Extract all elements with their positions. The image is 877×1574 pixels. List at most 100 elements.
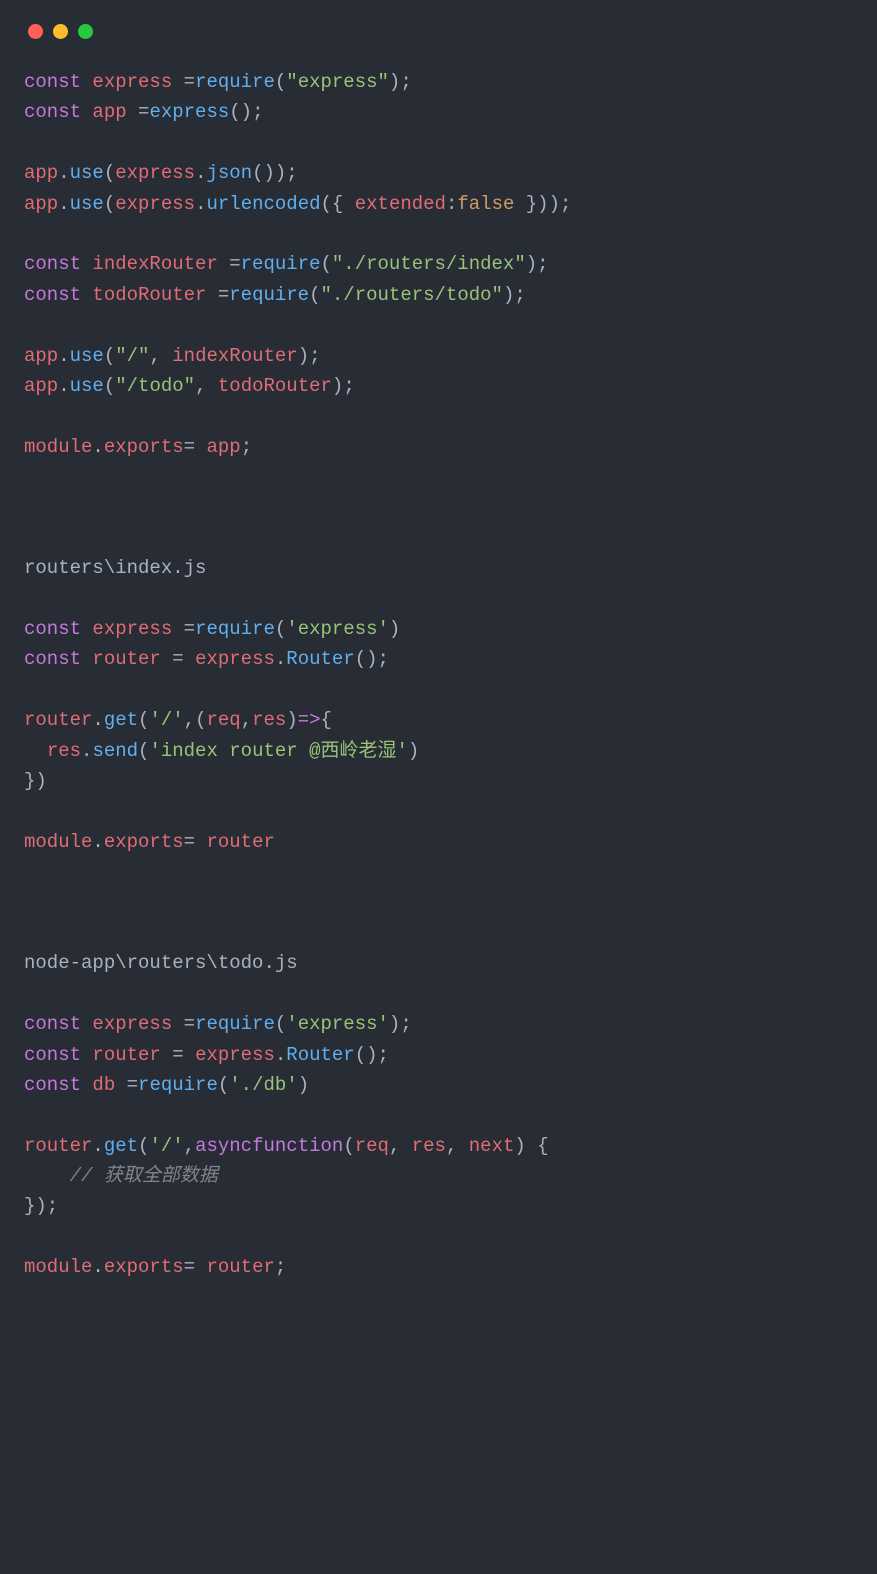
code-token: express — [149, 101, 229, 123]
code-token: ( — [138, 709, 149, 731]
code-token: , — [149, 345, 172, 367]
code-token: express — [92, 618, 172, 640]
code-token: ()); — [252, 162, 298, 184]
code-token: = — [161, 648, 195, 670]
code-token: get — [104, 709, 138, 731]
code-token: const — [24, 618, 81, 640]
code-token: const — [24, 284, 81, 306]
code-token: = — [184, 831, 207, 853]
code-token: const — [24, 101, 81, 123]
code-token: app — [24, 345, 58, 367]
code-token: express — [195, 1044, 275, 1066]
code-token: ( — [275, 71, 286, 93]
code-token: , — [241, 709, 252, 731]
code-token: ; — [275, 1256, 286, 1278]
code-token: })); — [514, 193, 571, 215]
code-token: . — [58, 193, 69, 215]
code-token: . — [92, 1256, 103, 1278]
code-line: app.use("/todo", todoRouter); — [24, 375, 355, 397]
code-token — [81, 1044, 92, 1066]
code-token: db — [92, 1074, 115, 1096]
code-token: => — [298, 709, 321, 731]
code-token: ( — [320, 253, 331, 275]
code-token: . — [275, 1044, 286, 1066]
code-token — [81, 618, 92, 640]
code-token: express — [115, 162, 195, 184]
code-block: const express =require("express"); const… — [24, 67, 853, 1283]
code-line: app.use(express.json()); — [24, 162, 298, 184]
code-token: 'express' — [286, 618, 389, 640]
code-token: app — [24, 375, 58, 397]
code-token: (); — [229, 101, 263, 123]
code-token: ) — [298, 1074, 309, 1096]
code-line: const db =require('./db') — [24, 1074, 309, 1096]
code-token: . — [92, 1135, 103, 1157]
code-token: // 获取全部数据 — [70, 1165, 218, 1187]
close-dot-icon — [28, 24, 43, 39]
code-token — [81, 71, 92, 93]
code-token: require — [241, 253, 321, 275]
code-token: . — [92, 831, 103, 853]
code-token: exports — [104, 1256, 184, 1278]
code-token: ( — [104, 162, 115, 184]
code-token: . — [275, 648, 286, 670]
code-token: ( — [104, 345, 115, 367]
code-token: todoRouter — [92, 284, 206, 306]
code-token: = — [127, 101, 150, 123]
code-line: app.use("/", indexRouter); — [24, 345, 321, 367]
code-token: ( — [104, 193, 115, 215]
window-controls — [24, 20, 853, 39]
code-token: = — [206, 284, 229, 306]
code-token: app — [24, 193, 58, 215]
code-token: ) — [408, 740, 419, 762]
code-token: "./routers/todo" — [321, 284, 503, 306]
code-token: router — [24, 709, 92, 731]
code-token: use — [70, 193, 104, 215]
code-token: ); — [503, 284, 526, 306]
code-token: app — [24, 162, 58, 184]
code-token: ( — [138, 740, 149, 762]
code-line: const todoRouter =require("./routers/tod… — [24, 284, 526, 306]
code-token — [81, 101, 92, 123]
code-token: extended — [355, 193, 446, 215]
code-token — [81, 284, 92, 306]
code-line: module.exports= app; — [24, 436, 252, 458]
code-token — [81, 253, 92, 275]
code-token: require — [138, 1074, 218, 1096]
code-token: const — [24, 1044, 81, 1066]
code-token: ); — [332, 375, 355, 397]
code-line: app.use(express.urlencoded({ extended:fa… — [24, 193, 571, 215]
code-line: router.get('/',(req,res)=>{ — [24, 709, 332, 731]
code-line: const router = express.Router(); — [24, 1044, 389, 1066]
code-token: , — [446, 1135, 469, 1157]
code-token: { — [321, 709, 332, 731]
code-token: express — [92, 1013, 172, 1035]
code-token: ) { — [514, 1135, 548, 1157]
code-line: }); — [24, 1195, 58, 1217]
code-token: ( — [138, 1135, 149, 1157]
code-token: ,( — [184, 709, 207, 731]
code-token: router — [206, 831, 274, 853]
code-token: = — [172, 71, 195, 93]
code-token: }) — [24, 770, 47, 792]
code-token: . — [81, 740, 92, 762]
code-line: const app =express(); — [24, 101, 264, 123]
code-token: app — [206, 436, 240, 458]
minimize-dot-icon — [53, 24, 68, 39]
code-token: ( — [309, 284, 320, 306]
code-token: = — [161, 1044, 195, 1066]
code-token: ); — [298, 345, 321, 367]
code-token: . — [58, 345, 69, 367]
code-token: = — [115, 1074, 138, 1096]
code-token: router — [92, 648, 160, 670]
code-token — [81, 648, 92, 670]
code-line: const express =require('express') — [24, 618, 400, 640]
code-token: ); — [389, 1013, 412, 1035]
code-line: routers\index.js — [24, 557, 206, 579]
code-line: }) — [24, 770, 47, 792]
code-token — [24, 1165, 70, 1187]
code-token: todoRouter — [218, 375, 332, 397]
code-token: ({ — [321, 193, 355, 215]
code-token: ; — [241, 436, 252, 458]
code-token: express — [115, 193, 195, 215]
